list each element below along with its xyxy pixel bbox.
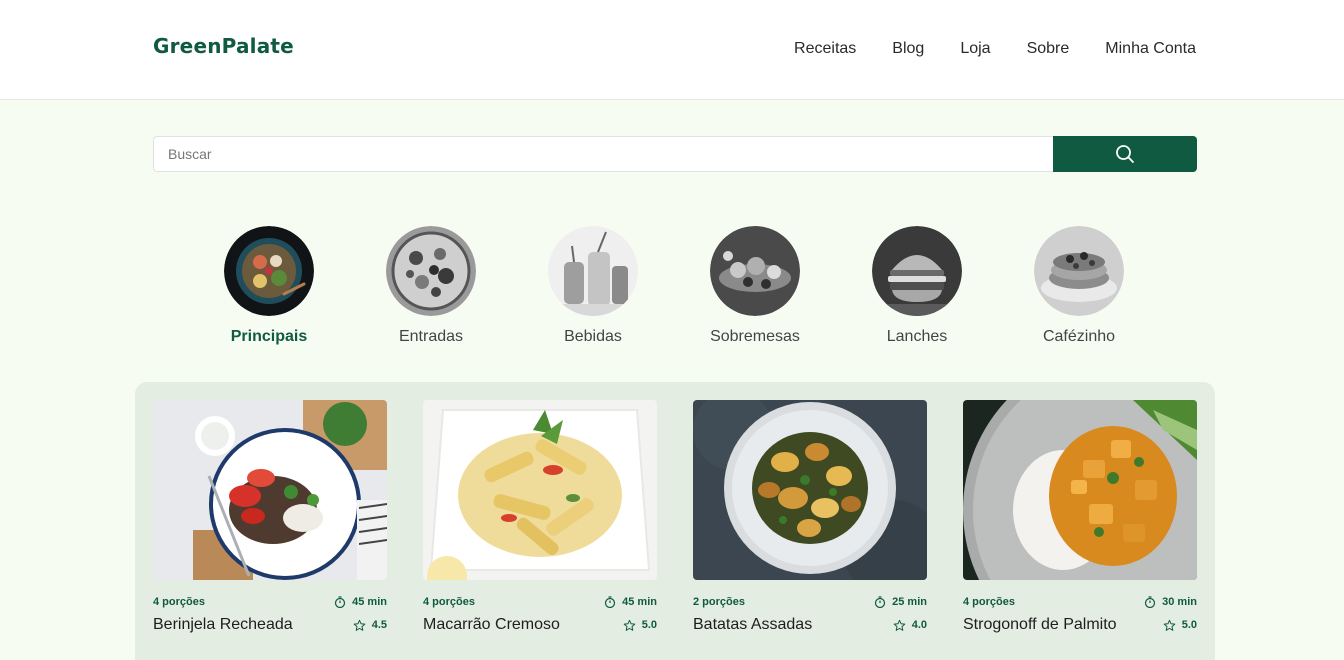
search-input[interactable] [153, 136, 1053, 172]
recipe-photo [693, 390, 943, 600]
recipe-servings: 4 porções [153, 596, 205, 608]
category-bebidas-image [548, 226, 638, 316]
search-icon [1116, 145, 1134, 163]
category-lanches[interactable]: Lanches [836, 226, 998, 346]
category-label: Cafézinho [1042, 328, 1116, 345]
recipe-rating-value: 4.5 [371, 619, 387, 631]
recipe-title[interactable]: Macarrão Cremoso [423, 616, 560, 634]
recipe-photo [963, 350, 1283, 660]
recipe-meta: 4 porções 45 min [423, 596, 657, 608]
recipe-servings: 2 porções [693, 596, 745, 608]
recipe-meta: 4 porções 45 min [153, 596, 387, 608]
timer-icon [335, 596, 346, 608]
category-label: Entradas [398, 328, 464, 345]
nav-loja[interactable]: Loja [960, 40, 990, 58]
timer-icon [1145, 596, 1156, 608]
nav-blog[interactable]: Blog [892, 40, 924, 58]
nav-sobre[interactable]: Sobre [1027, 40, 1070, 58]
category-cafezinho-image [1034, 226, 1124, 316]
recipe-title-row: Berinjela Recheada 4.5 [153, 616, 387, 634]
recipe-card-macarrao[interactable]: 4 porções 45 min Macarrão Cremoso 5.0 [423, 400, 657, 634]
category-entradas-image [386, 226, 476, 316]
recipe-time: 45 min [604, 596, 657, 608]
recipe-card-strogonoff[interactable]: 4 porções 30 min Strogonoff de Palmito 5… [963, 350, 1283, 660]
recipe-rating: 5.0 [623, 619, 657, 632]
recipe-time-value: 45 min [352, 596, 387, 608]
timer-icon [875, 596, 886, 608]
star-icon [353, 619, 365, 631]
category-sobremesas[interactable]: Sobremesas [674, 226, 836, 346]
logo[interactable]: GreenPalate [153, 34, 294, 58]
category-principais[interactable]: Principais [188, 226, 350, 346]
recipe-title-row: Strogonoff de Palmito 5.0 [963, 616, 1197, 634]
recipe-time: 25 min [874, 596, 927, 608]
category-principais-image [224, 226, 314, 316]
recipe-photo [423, 400, 657, 596]
recipe-time-value: 30 min [1162, 596, 1197, 608]
recipe-rating: 4.5 [353, 619, 387, 632]
category-label: Sobremesas [710, 328, 800, 345]
recipe-time-value: 25 min [892, 596, 927, 608]
recipe-time: 30 min [1144, 596, 1197, 608]
nav-receitas[interactable]: Receitas [794, 40, 856, 58]
recipe-rating-value: 5.0 [1181, 619, 1197, 631]
recipe-photo [153, 400, 388, 580]
star-icon [1163, 619, 1175, 631]
recipe-card-berinjela[interactable]: 4 porções 45 min Berinjela Recheada 4.5 [153, 400, 388, 634]
recipe-title-row: Batatas Assadas 4.0 [693, 616, 927, 634]
category-label: Principais [230, 328, 308, 345]
recipe-meta: 2 porções 25 min [693, 596, 927, 608]
recipe-title[interactable]: Strogonoff de Palmito [963, 616, 1117, 634]
category-bebidas[interactable]: Bebidas [512, 226, 674, 346]
recipe-meta: 4 porções 30 min [963, 596, 1197, 608]
recipe-card-batatas[interactable]: 2 porções 25 min Batatas Assadas 4.0 [693, 390, 943, 634]
category-entradas[interactable]: Entradas [350, 226, 512, 346]
recipe-title-row: Macarrão Cremoso 5.0 [423, 616, 657, 634]
timer-icon [605, 596, 616, 608]
recipe-rating-value: 5.0 [641, 619, 657, 631]
category-label: Lanches [886, 328, 948, 345]
star-icon [893, 619, 905, 631]
recipe-title[interactable]: Berinjela Recheada [153, 616, 293, 634]
recipe-rating: 5.0 [1163, 619, 1197, 632]
category-list: Principais Entradas Bebidas Sobremesas L… [188, 226, 1160, 346]
nav-minha-conta[interactable]: Minha Conta [1105, 40, 1196, 58]
recipe-rating-value: 4.0 [911, 619, 927, 631]
main-nav: Receitas Blog Loja Sobre Minha Conta [794, 40, 1196, 58]
recipe-title[interactable]: Batatas Assadas [693, 616, 812, 634]
recipe-time: 45 min [334, 596, 387, 608]
search-button[interactable] [1053, 136, 1197, 172]
site-header: GreenPalate Receitas Blog Loja Sobre Min… [0, 0, 1344, 100]
search-bar [153, 136, 1197, 172]
star-icon [623, 619, 635, 631]
category-cafezinho[interactable]: Cafézinho [998, 226, 1160, 346]
recipe-servings: 4 porções [423, 596, 475, 608]
category-sobremesas-image [710, 226, 800, 316]
recipe-servings: 4 porções [963, 596, 1015, 608]
recipe-rating: 4.0 [893, 619, 927, 632]
recipe-time-value: 45 min [622, 596, 657, 608]
category-label: Bebidas [564, 328, 622, 345]
category-lanches-image [872, 226, 962, 316]
